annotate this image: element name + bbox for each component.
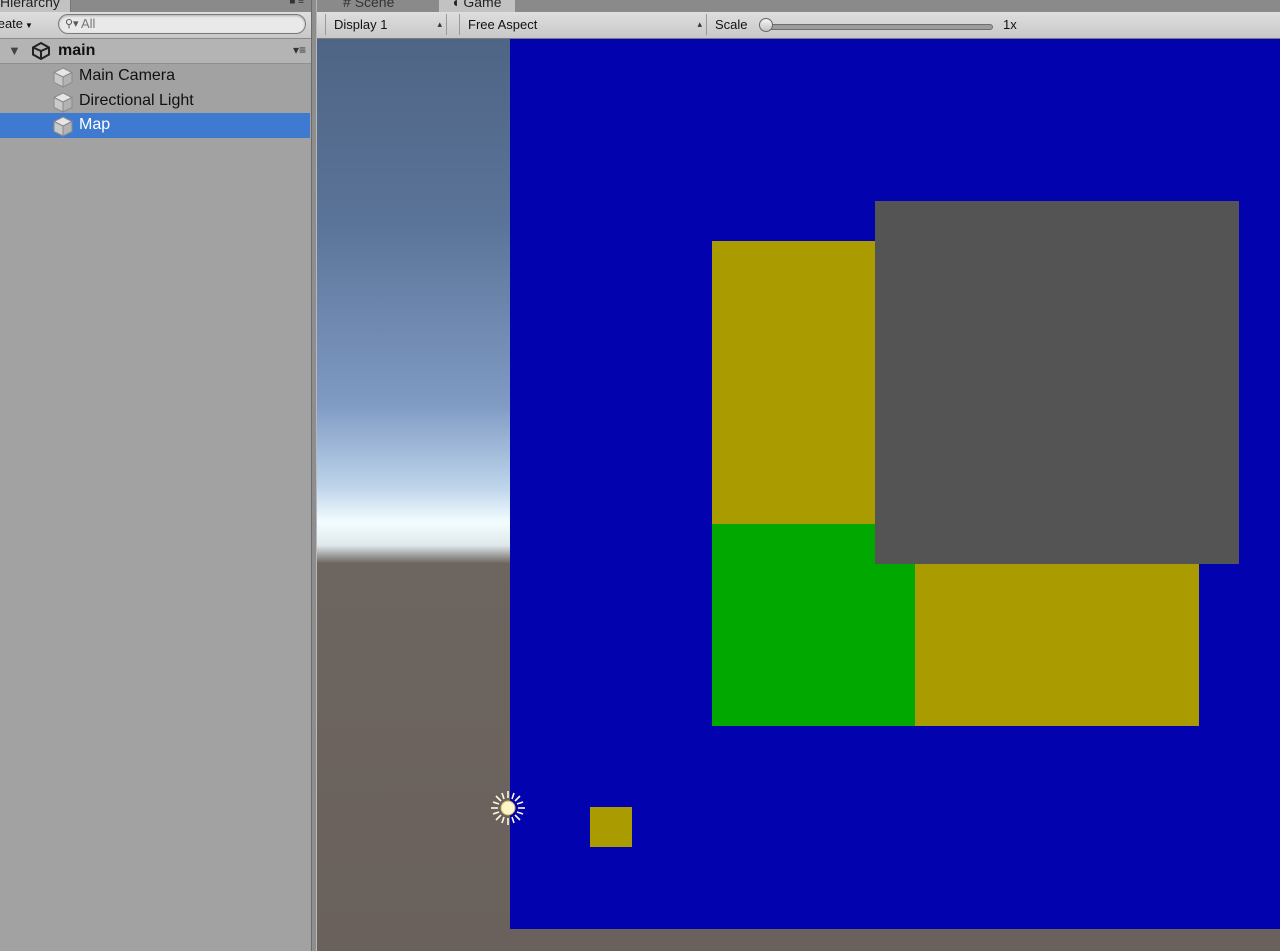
panel-menu-icon[interactable]: ■ ≡ [289, 0, 304, 7]
pacman-icon: ◖ [451, 0, 460, 10]
tab-scene-label: Scene [354, 0, 395, 10]
map-canvas [510, 39, 1280, 929]
scene-options-icon[interactable]: ▾≡ [293, 43, 306, 57]
scale-slider-track[interactable] [767, 24, 993, 30]
game-toolbar: Display 1 ▴ Free Aspect ▴ Scale 1x [317, 12, 1280, 39]
gameobject-cube-icon [52, 92, 74, 113]
hierarchy-item-main-camera[interactable]: Main Camera [0, 64, 310, 89]
aspect-value: Free Aspect [468, 17, 538, 32]
updown-arrow-icon: ▴ [437, 19, 442, 29]
scale-value: 1x [1003, 17, 1017, 32]
aspect-dropdown[interactable]: Free Aspect ▴ [459, 14, 707, 35]
map-tile-yellow [915, 559, 1199, 726]
hierarchy-item-map[interactable]: Map [0, 113, 310, 138]
create-button[interactable]: Create▼ [0, 15, 37, 33]
hierarchy-item-label: Main Camera [79, 67, 176, 84]
chevron-down-icon: ▼ [25, 21, 33, 30]
foldout-arrow-icon[interactable]: ▼ [8, 43, 21, 58]
game-tab-bar: # Scene ◖ Game [317, 0, 1280, 12]
updown-arrow-icon: ▴ [697, 19, 702, 29]
scale-slider-handle[interactable] [759, 18, 773, 32]
hierarchy-list: ▼ main ▾≡ Main Camera Directional Light … [0, 39, 312, 951]
search-icon: ⚲▾ [65, 18, 79, 30]
tab-scene[interactable]: # Scene [329, 0, 408, 12]
map-tile-gray [875, 201, 1239, 564]
tab-game[interactable]: ◖ Game [439, 0, 516, 12]
unity-logo-icon [32, 41, 50, 61]
hierarchy-tab-bar: Hierarchy ■ ≡ [0, 0, 312, 12]
gameobject-cube-icon [52, 116, 74, 137]
scene-name: main [58, 42, 96, 59]
map-tile-yellow [712, 241, 875, 524]
display-dropdown[interactable]: Display 1 ▴ [325, 14, 447, 35]
hierarchy-item-label: Directional Light [79, 92, 194, 109]
create-label: Create [0, 16, 24, 31]
grid-icon: # [343, 0, 351, 10]
game-viewport[interactable] [317, 39, 1280, 951]
gameobject-cube-icon [52, 67, 74, 88]
hierarchy-item-directional-light[interactable]: Directional Light [0, 89, 310, 114]
scale-label: Scale [715, 17, 748, 32]
hierarchy-item-label: Map [79, 116, 111, 133]
tab-hierarchy[interactable]: Hierarchy [0, 0, 71, 12]
display-value: Display 1 [334, 17, 388, 32]
scene-row[interactable]: ▼ main ▾≡ [0, 39, 312, 64]
tab-game-label: Game [463, 0, 502, 10]
hierarchy-toolbar: Create▼ ⚲▾ All [0, 12, 312, 39]
search-placeholder: All [81, 16, 96, 31]
search-input[interactable]: ⚲▾ All [58, 14, 306, 34]
sun-icon [491, 791, 525, 825]
map-tile-yellow-small [590, 807, 632, 847]
